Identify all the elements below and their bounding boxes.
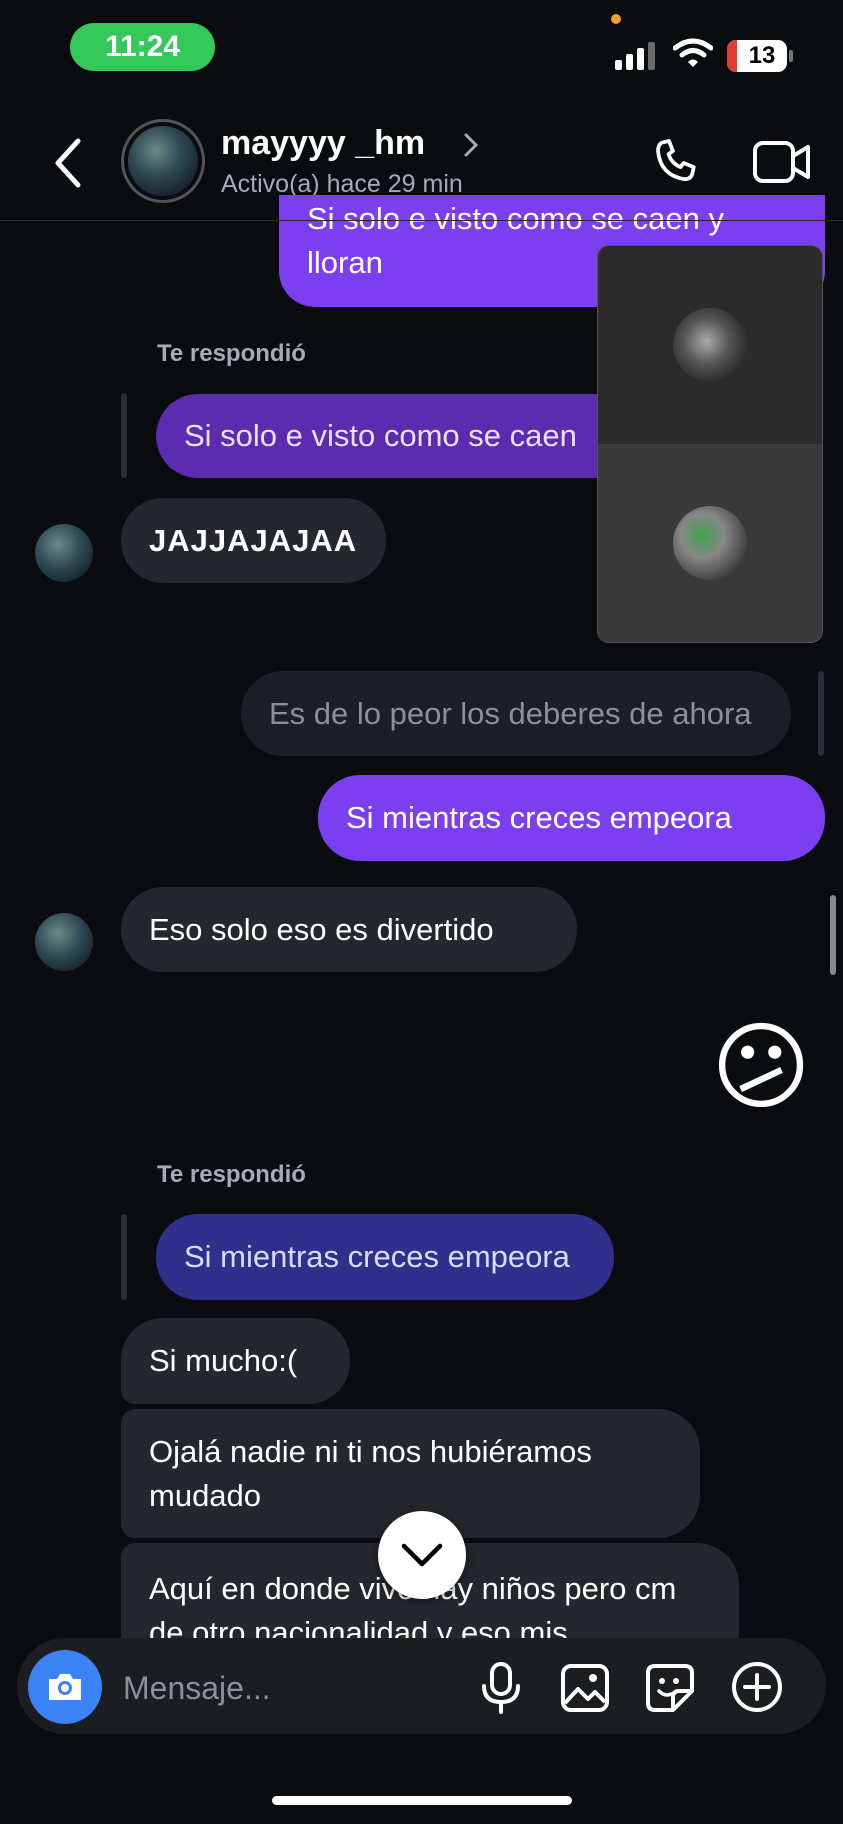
battery-indicator: 13 [727, 40, 787, 72]
confused-face-emoji[interactable]: 😕 [711, 1013, 811, 1123]
contact-avatar-small[interactable] [35, 524, 93, 582]
home-indicator[interactable] [272, 1796, 572, 1805]
video-call-remote-tile [598, 444, 822, 642]
reply-quote-bar [121, 1214, 127, 1300]
privacy-indicator-dot [611, 14, 621, 24]
contact-avatar[interactable] [121, 119, 205, 203]
message-input[interactable] [121, 1662, 475, 1714]
back-icon[interactable] [50, 135, 86, 191]
received-message-bubble[interactable]: Si mucho:( [121, 1318, 350, 1404]
battery-level: 13 [748, 42, 776, 69]
signal-icon [615, 42, 655, 70]
wifi-icon [673, 38, 713, 67]
sent-message-bubble[interactable]: Si mientras creces empeora [318, 775, 825, 861]
received-message-text: Eso solo eso es divertido [149, 911, 494, 947]
scroll-down-icon [401, 1543, 443, 1567]
video-call-self-avatar [673, 308, 747, 382]
quoted-own-message[interactable]: Es de lo peor los deberes de ahora [241, 671, 791, 756]
received-message-bubble[interactable]: Eso solo eso es divertido [121, 887, 577, 972]
sticker-icon[interactable] [645, 1663, 695, 1713]
gallery-icon[interactable] [560, 1663, 610, 1713]
quoted-own-text: Es de lo peor los deberes de ahora [269, 695, 752, 731]
reply-quoted-text: Si mientras creces empeora [184, 1239, 570, 1274]
reply-label: Te respondió [157, 340, 306, 367]
camera-icon [49, 1674, 81, 1700]
microphone-icon[interactable] [479, 1662, 523, 1716]
scroll-to-bottom-button[interactable] [378, 1511, 466, 1599]
quote-bar-right [818, 671, 824, 756]
video-call-self-tile [598, 246, 822, 444]
contact-username[interactable]: mayyyy _hm [221, 124, 425, 163]
contact-avatar-small[interactable] [35, 913, 93, 971]
contact-avatar-image [128, 126, 198, 196]
scrollbar[interactable] [830, 895, 836, 975]
sent-message-text: Si mientras creces empeora [346, 800, 732, 835]
reply-quoted-text: Si solo e visto como se caen [184, 418, 577, 453]
camera-button[interactable] [28, 1650, 102, 1724]
plus-icon[interactable] [730, 1660, 784, 1714]
status-time: 11:24 [70, 23, 215, 71]
video-call-remote-avatar [673, 506, 747, 580]
video-call-pip[interactable] [597, 245, 823, 643]
reply-quoted-bubble[interactable]: Si mientras creces empeora [156, 1214, 614, 1300]
reply-label: Te respondió [157, 1161, 306, 1188]
received-message-text: JAJJAJAJAA [149, 522, 358, 558]
received-message-bubble[interactable]: JAJJAJAJAA [121, 498, 386, 583]
video-icon[interactable] [752, 137, 812, 187]
phone-icon[interactable] [648, 134, 704, 190]
reply-quoted-bubble[interactable]: Si solo e visto como se caen [156, 394, 616, 478]
header-divider [0, 220, 843, 221]
reply-quote-bar [121, 393, 127, 478]
received-message-text: Si mucho:( [149, 1343, 298, 1378]
received-message-text: Ojalá nadie ni ti nos hubiéramos mudado [149, 1433, 592, 1513]
chevron-right-icon[interactable] [463, 132, 479, 158]
battery-tip [789, 50, 793, 62]
